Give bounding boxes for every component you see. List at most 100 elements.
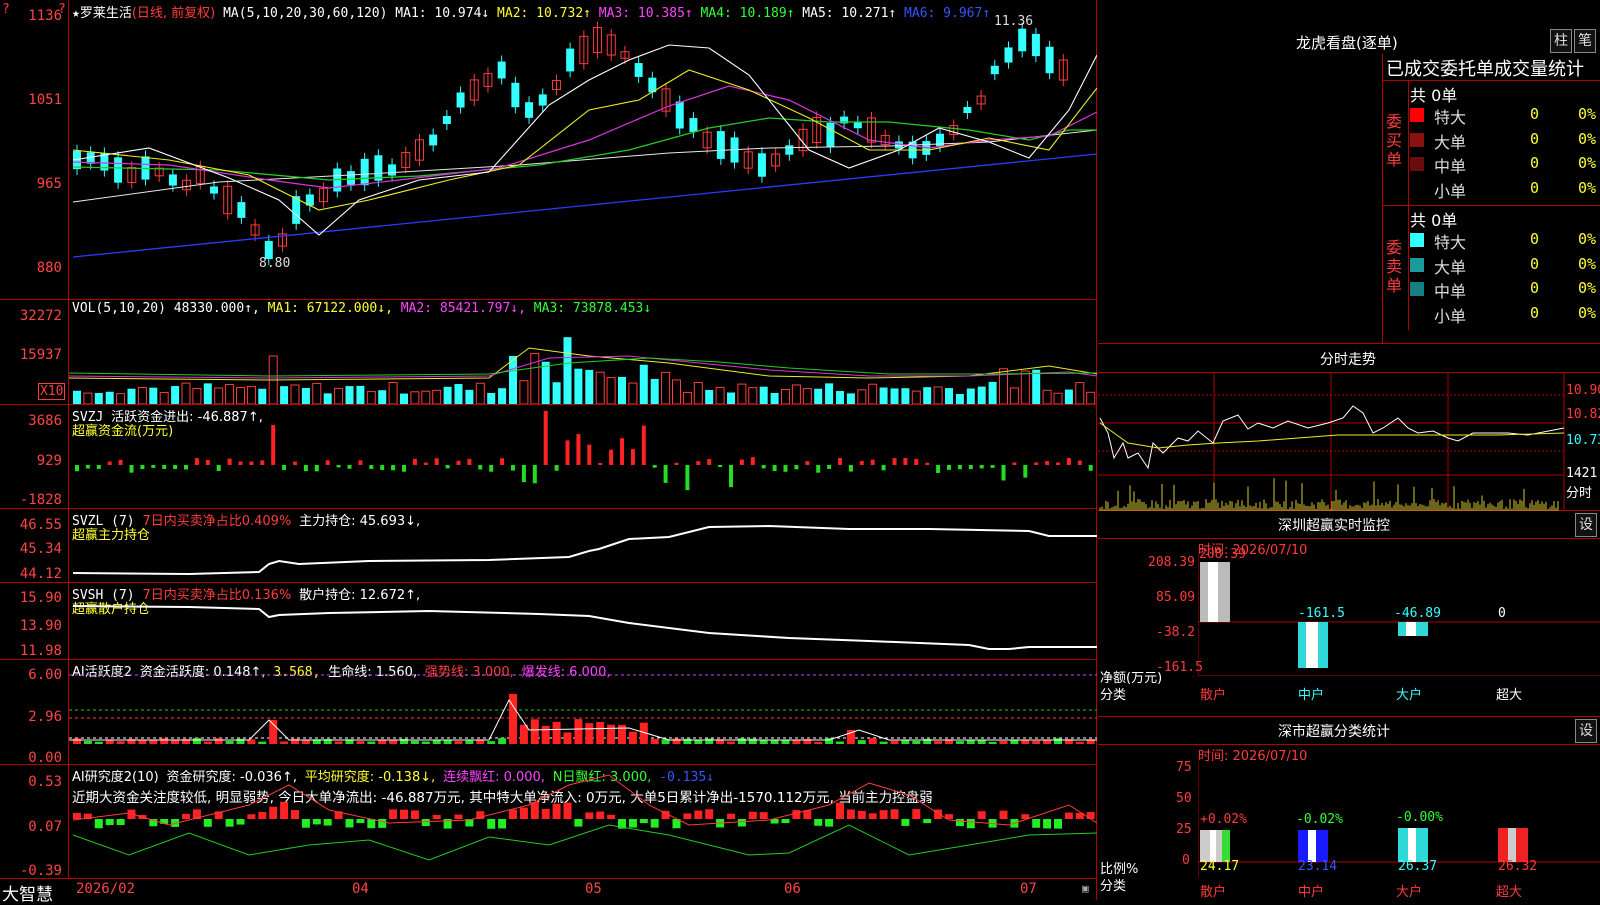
settings-button-2[interactable]: 设 bbox=[1575, 719, 1597, 743]
research-bar bbox=[356, 819, 365, 824]
flow-bar bbox=[412, 458, 417, 465]
active-bar bbox=[563, 732, 572, 744]
research-bar bbox=[955, 819, 964, 827]
active-bar bbox=[541, 725, 550, 744]
volume-bar bbox=[672, 379, 681, 404]
volume-bar bbox=[312, 382, 322, 404]
volume-bar bbox=[552, 382, 561, 404]
volume-bar bbox=[618, 376, 626, 404]
research-bar bbox=[1086, 811, 1095, 819]
flow-bar bbox=[402, 465, 406, 472]
order-row: 小单 0 0% bbox=[1410, 303, 1600, 326]
candle-body bbox=[566, 48, 575, 72]
color-swatch bbox=[1410, 157, 1424, 171]
flow-bar bbox=[314, 465, 319, 472]
lock-icon[interactable]: ▣ bbox=[1082, 882, 1089, 895]
color-swatch bbox=[1410, 132, 1424, 147]
volume-bar bbox=[421, 390, 431, 404]
research-bar bbox=[607, 814, 616, 819]
active-bar bbox=[879, 741, 888, 744]
order-percent: 0% bbox=[1578, 230, 1597, 248]
flow-bar bbox=[140, 465, 145, 470]
active-bar bbox=[857, 740, 866, 744]
research-bar bbox=[705, 809, 714, 819]
svzl-chart[interactable] bbox=[69, 509, 1097, 582]
price-chart[interactable]: 8.80 11.36 bbox=[69, 0, 1097, 299]
lhb-panel: 龙虎看盘(逐单) 柱 笔 已成交委托单成交量统计 委买单 委卖单 共 0单 特大… bbox=[1098, 0, 1600, 344]
sz-class-panel[interactable]: 深市超赢分类统计 设 时间: 2026/07/10 75 50 25 0 +0.… bbox=[1098, 718, 1600, 900]
order-type-label: 特大 bbox=[1434, 108, 1467, 127]
volume-bar bbox=[203, 383, 212, 404]
active-bar bbox=[203, 741, 212, 744]
volume-bar bbox=[214, 387, 224, 404]
candle-body bbox=[429, 134, 438, 146]
flow-bar bbox=[990, 465, 995, 468]
order-count: 0 bbox=[1530, 230, 1540, 248]
volume-bar bbox=[301, 387, 310, 404]
volume-bar bbox=[606, 377, 616, 404]
research-bar bbox=[182, 813, 190, 819]
volume-bar bbox=[509, 355, 517, 404]
research-bar bbox=[487, 819, 496, 829]
svsh-chart[interactable] bbox=[69, 583, 1097, 659]
flow-bar bbox=[936, 465, 941, 473]
flow-bar bbox=[511, 465, 515, 471]
research-bar bbox=[73, 812, 81, 819]
flow-bar bbox=[369, 465, 374, 469]
order-row: 特大 0 0% bbox=[1410, 229, 1600, 252]
settings-button[interactable]: 设 bbox=[1575, 513, 1597, 537]
order-count: 0 bbox=[1530, 279, 1540, 297]
volume-bar bbox=[149, 387, 158, 404]
candle-body bbox=[716, 131, 725, 159]
volume-bar bbox=[879, 387, 888, 404]
volume-bar bbox=[181, 382, 191, 404]
volume-bar bbox=[356, 385, 365, 404]
research-bar bbox=[868, 813, 877, 819]
price-tick: 880 bbox=[36, 260, 62, 276]
flow-bar bbox=[478, 465, 483, 470]
flow-bar bbox=[543, 410, 548, 465]
flow-bar bbox=[827, 465, 832, 469]
volume-bar bbox=[1075, 382, 1085, 404]
flow-bar bbox=[489, 465, 494, 472]
flow-bar bbox=[892, 458, 897, 465]
intraday-panel[interactable]: 分时走势 10.90 10.82 10.73 1421 分时 bbox=[1098, 345, 1600, 511]
research-bar bbox=[727, 813, 735, 819]
active-bar bbox=[552, 721, 561, 744]
research-bar bbox=[563, 802, 572, 819]
active-bar bbox=[367, 741, 376, 744]
price-tick: 1051 bbox=[28, 92, 62, 108]
volume-bar bbox=[693, 381, 703, 404]
active-bar bbox=[836, 741, 844, 744]
bar-mode-button[interactable]: 柱 bbox=[1550, 29, 1572, 53]
research-bar bbox=[1064, 812, 1073, 819]
ai-research-chart[interactable] bbox=[69, 765, 1097, 878]
volume-bar bbox=[682, 391, 692, 404]
lhb-tabs[interactable]: 已成交委托单成交量统计 bbox=[1386, 55, 1584, 81]
flow-bar bbox=[194, 458, 199, 465]
research-bar bbox=[421, 819, 430, 827]
flow-bar bbox=[903, 457, 908, 465]
order-row: 中单 0 0% bbox=[1410, 278, 1600, 301]
active-bar bbox=[574, 719, 583, 744]
volume-bar bbox=[574, 368, 583, 404]
research-bar bbox=[814, 819, 823, 826]
volume-bar bbox=[378, 390, 387, 404]
svzj-chart[interactable] bbox=[69, 405, 1097, 508]
tick-mode-button[interactable]: 笔 bbox=[1574, 29, 1596, 53]
flow-bar bbox=[609, 449, 614, 465]
candle-body bbox=[497, 61, 506, 79]
research-bar bbox=[912, 809, 921, 819]
ai-active-chart[interactable] bbox=[69, 660, 1097, 764]
flow-bar bbox=[249, 461, 254, 465]
order-type-label: 中单 bbox=[1434, 282, 1467, 301]
order-percent: 0% bbox=[1578, 105, 1597, 123]
sz-monitor-panel[interactable]: 深圳超赢实时监控 设 时间: 2026/07/10 208.39 85.09 -… bbox=[1098, 512, 1600, 717]
flow-bar bbox=[565, 440, 570, 465]
active-bar bbox=[530, 719, 539, 744]
vol-chart[interactable] bbox=[69, 318, 1097, 404]
flow-bar bbox=[554, 465, 559, 471]
research-bar bbox=[639, 819, 648, 824]
active-bar bbox=[116, 741, 125, 744]
chart-area[interactable]: ★罗莱生活(日线, 前复权) MA(5,10,20,30,60,120) MA1… bbox=[0, 0, 1097, 905]
